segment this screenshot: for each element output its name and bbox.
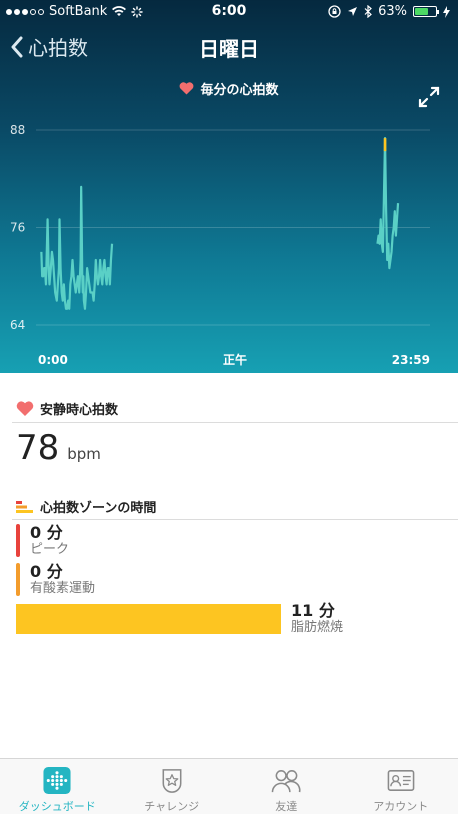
- friends-icon: [271, 770, 301, 793]
- tab-dashboard-label: ダッシュボード: [18, 800, 96, 813]
- location-arrow-icon: [348, 7, 358, 16]
- resting-hr-value: 78 bpm: [16, 428, 101, 468]
- resting-hr-header: 安静時心拍数: [0, 399, 458, 418]
- page-title: 日曜日: [199, 37, 259, 61]
- zone-fat-burn: 11 分 脂肪燃焼: [291, 601, 344, 636]
- peak-zone-bar: [16, 524, 20, 557]
- battery-percent: 63%: [378, 4, 407, 19]
- resting-hr-section: 安静時心拍数: [0, 399, 458, 418]
- fat-burn-label: 脂肪燃焼: [291, 620, 344, 635]
- peak-minutes: 0 分: [30, 523, 63, 542]
- zones-title: 心拍数ゾーンの時間: [40, 501, 157, 516]
- divider: [12, 519, 458, 520]
- tab-bar: ダッシュボード チャレンジ 友達 アカウント: [0, 758, 458, 814]
- heart-rate-line: [376, 137, 400, 270]
- resting-hr-unit: bpm: [67, 445, 101, 463]
- zones-bars-icon: [16, 500, 33, 513]
- rotation-lock-icon: [328, 5, 341, 18]
- fat-burn-zone-bar: [16, 604, 281, 634]
- heart-rate-chart: 88 76 64 0:00 正午 23:59: [10, 123, 430, 367]
- tab-account[interactable]: アカウント: [344, 759, 458, 814]
- chart-legend-label: 毎分の心拍数: [200, 83, 279, 98]
- x-tick-label: 23:59: [392, 353, 430, 367]
- x-tick-label: 0:00: [38, 353, 68, 367]
- tab-friends-label: 友達: [275, 800, 298, 813]
- peak-label: ピーク: [30, 542, 70, 557]
- zones-section: 心拍数ゾーンの時間: [0, 497, 458, 516]
- tab-account-label: アカウント: [373, 800, 429, 813]
- fat-burn-minutes: 11 分: [291, 601, 335, 620]
- zones-header: 心拍数ゾーンの時間: [0, 497, 458, 516]
- y-tick-label: 76: [10, 221, 25, 235]
- zone-peak: 0 分 ピーク: [16, 524, 69, 557]
- cardio-minutes: 0 分: [30, 562, 63, 581]
- resting-hr-title: 安静時心拍数: [40, 403, 119, 418]
- resting-hr-number: 78: [16, 428, 60, 468]
- tab-challenges-label: チャレンジ: [144, 800, 200, 813]
- tab-challenges[interactable]: チャレンジ: [115, 759, 230, 814]
- tab-dashboard[interactable]: ダッシュボード: [0, 759, 115, 814]
- charging-icon: [443, 5, 450, 18]
- zone-cardio: 0 分 有酸素運動: [16, 563, 95, 596]
- expand-icon[interactable]: [418, 86, 440, 108]
- heart-icon: [180, 82, 194, 95]
- chart-legend: 毎分の心拍数: [0, 79, 458, 98]
- tab-friends[interactable]: 友達: [229, 759, 344, 814]
- battery-icon: [413, 6, 439, 17]
- status-bar: SoftBank 6:00 63%: [0, 0, 458, 24]
- divider: [12, 422, 458, 423]
- cardio-label: 有酸素運動: [30, 581, 96, 596]
- challenge-icon: [162, 769, 182, 793]
- x-tick-label: 正午: [223, 352, 247, 367]
- y-tick-label: 88: [10, 123, 25, 137]
- heart-icon: [16, 400, 34, 416]
- cardio-zone-bar: [16, 563, 20, 596]
- y-tick-label: 64: [10, 318, 25, 332]
- account-icon: [387, 770, 415, 791]
- heart-rate-line: [40, 185, 114, 310]
- dashboard-icon: [43, 766, 71, 795]
- heart-rate-hero: SoftBank 6:00 63% 心拍数 日曜日 毎分の心拍数 88 76 6…: [0, 0, 458, 373]
- bluetooth-icon: [364, 5, 372, 18]
